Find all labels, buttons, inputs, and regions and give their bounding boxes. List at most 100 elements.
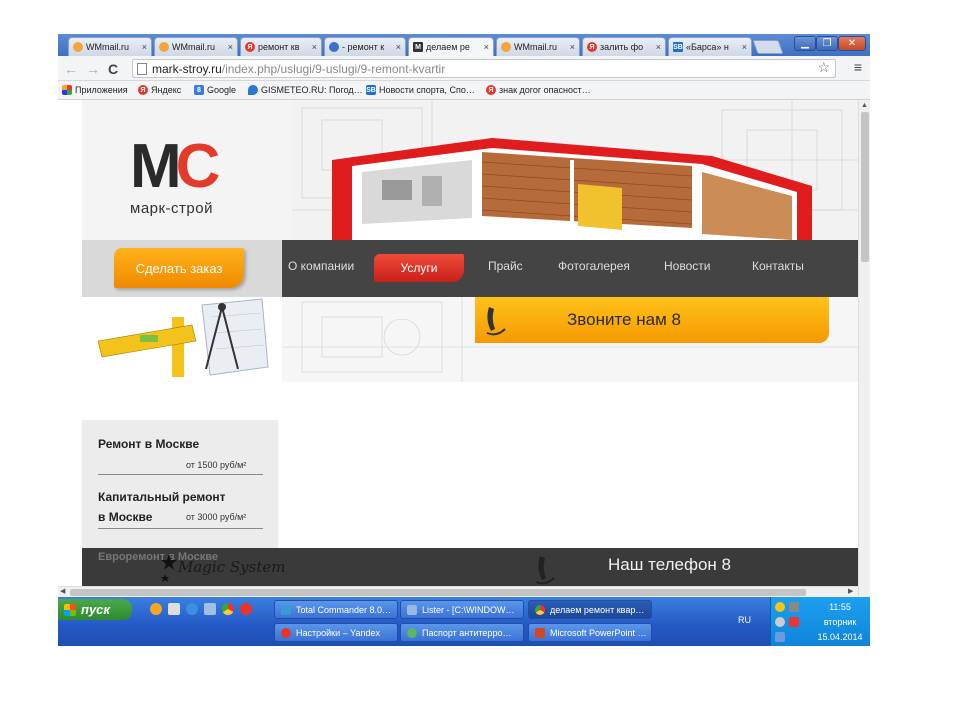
close-icon[interactable]: × [142,42,147,52]
close-icon[interactable]: × [396,42,401,52]
bookmark-gismeteo[interactable]: GISMETEO.RU: Погод… [248,85,363,95]
quicklaunch-desktop-icon[interactable] [204,603,216,615]
nav-item-contacts[interactable]: Контакты [752,259,804,273]
quicklaunch-yandex-icon[interactable] [240,603,252,615]
total-commander-icon [281,604,291,615]
nav-item-price[interactable]: Прайс [488,259,523,273]
minimize-button[interactable]: ▁ [794,36,816,51]
network-icon[interactable] [775,632,785,642]
mc-icon: M [413,42,423,52]
quicklaunch-avast-icon[interactable] [150,603,162,615]
page-icon [329,42,339,52]
phone-banner[interactable]: Звоните нам 8 [475,297,829,343]
close-icon[interactable]: × [656,42,661,52]
tab-wmmail-2[interactable]: WMmail.ru × [154,37,238,56]
horizontal-scrollbar[interactable]: ◀ ▶ [58,586,858,597]
main-navigation: Сделать заказ О компании Услуги Прайс Фо… [82,240,858,297]
service-title-capital-remont[interactable]: Капитальный ремонт [98,490,226,504]
tray-security-icon[interactable] [789,617,799,627]
service-price: от 1500 руб/м² [186,460,247,470]
taskbar-passport-doc[interactable]: Паспорт антитерро… [400,623,524,642]
language-indicator[interactable]: RU [738,615,751,625]
service-price: от 3000 руб/м² [186,512,247,522]
nav-item-services[interactable]: Услуги [374,254,464,282]
start-button[interactable]: пуск [58,599,132,620]
logo-mark: MC [130,132,220,201]
url-path: /index.php/uslugi/9-uslugi/9-remont-kvar… [221,61,446,76]
service-title-capital-remont-line2[interactable]: в Москве [98,510,152,524]
nav-item-news[interactable]: Новости [664,259,710,273]
order-button[interactable]: Сделать заказ [114,248,244,288]
nav-item-about[interactable]: О компании [288,259,354,273]
tab-active-mark-stroy[interactable]: M делаем ре × [408,37,494,56]
nav-item-gallery[interactable]: Фотогалерея [558,259,630,273]
close-icon[interactable]: × [312,42,317,52]
taskbar-powerpoint[interactable]: Microsoft PowerPoint … [528,623,652,642]
tray-weather-icon[interactable] [775,602,785,612]
bookmark-google[interactable]: 8 Google [194,85,236,95]
scroll-up-icon[interactable]: ▲ [861,102,868,109]
tab-barsa[interactable]: SB «Барса» н × [668,37,752,56]
close-window-button[interactable]: ✕ [838,36,866,51]
service-title-remont-moscow[interactable]: Ремонт в Москве [98,437,199,451]
scroll-right-icon[interactable]: ▶ [848,587,853,595]
bookmark-star-icon[interactable]: ☆ [817,59,830,76]
quicklaunch-chrome-icon[interactable] [222,603,234,615]
scrollbar-thumb[interactable] [861,112,869,262]
star-icon [161,554,177,582]
google-icon: 8 [194,85,204,95]
phone-icon [535,556,555,585]
gismeteo-icon [248,85,258,95]
clock-time: 11:55 [829,602,851,612]
quicklaunch-ie-icon[interactable] [186,603,198,615]
tab-remont[interactable]: - ремонт к × [324,37,406,56]
close-icon[interactable]: × [570,42,575,52]
vertical-scrollbar[interactable]: ▲ ▼ [858,100,870,620]
site-page: MC марк-строй Сделать заказ О компании У… [82,100,858,620]
back-arrow-icon[interactable]: ← [64,61,78,77]
clock[interactable]: 11:55 вторник 15.04.2014 [811,600,869,645]
clock-date: 15.04.2014 [817,632,863,642]
volume-icon[interactable] [789,602,799,612]
reload-icon[interactable]: C [108,61,118,77]
sb-icon: SB [673,42,683,52]
new-tab-button[interactable] [752,40,784,54]
url-host: mark-stroy.ru [152,61,222,76]
chrome-icon [535,604,545,615]
phone-icon [486,307,506,336]
taskbar-yandex-settings[interactable]: Настройки – Yandex [274,623,398,642]
forward-arrow-icon[interactable]: → [86,61,100,77]
scroll-left-icon[interactable]: ◀ [60,587,65,595]
wmmail-icon [73,42,83,52]
close-icon[interactable]: × [742,42,747,52]
browser-toolbar: ← → C mark-stroy.ru/index.php/uslugi/9-u… [58,56,870,81]
tray-app-icon[interactable] [775,617,785,627]
footer-phone-label: Наш телефон 8 [608,555,731,574]
tab-wmmail-1[interactable]: WMmail.ru × [68,37,152,56]
site-logo[interactable]: MC марк-строй [130,132,220,218]
bookmark-yandex[interactable]: Я Яндекс [138,85,181,95]
yandex-icon: Я [245,42,255,52]
magic-system-text: Magic System [178,558,286,576]
yandex-icon: Я [486,85,496,95]
bookmark-apps[interactable]: Приложения [62,85,128,95]
address-bar[interactable]: mark-stroy.ru/index.php/uslugi/9-uslugi/… [132,59,836,78]
menu-icon[interactable]: ≡ [854,59,862,75]
taskbar-lister[interactable]: Lister - [C:\WINDOW… [400,600,524,619]
drawing-tools-illustration [97,298,269,377]
taskbar-total-commander[interactable]: Total Commander 8.0… [274,600,398,619]
tab-wmmail-3[interactable]: WMmail.ru × [496,37,580,56]
tab-remont-yandex[interactable]: Я ремонт кв × [240,37,322,56]
close-icon[interactable]: × [228,42,233,52]
tab-zalit-foto[interactable]: Я залить фо × [582,37,666,56]
scrollbar-thumb[interactable] [70,589,806,596]
taskbar-chrome-active[interactable]: делаем ремонт квар… [528,600,652,619]
powerpoint-icon [535,627,545,638]
bookmark-road-sign[interactable]: Я знак догог опасност… [486,85,591,95]
system-tray: 11:55 вторник 15.04.2014 [770,597,870,646]
maximize-button[interactable]: ❐ [816,36,838,51]
lister-icon [407,604,417,615]
quicklaunch-app-icon[interactable] [168,603,180,615]
close-icon[interactable]: × [484,42,489,52]
bookmark-sport-news[interactable]: SB Новости спорта, Спо… [366,85,475,95]
